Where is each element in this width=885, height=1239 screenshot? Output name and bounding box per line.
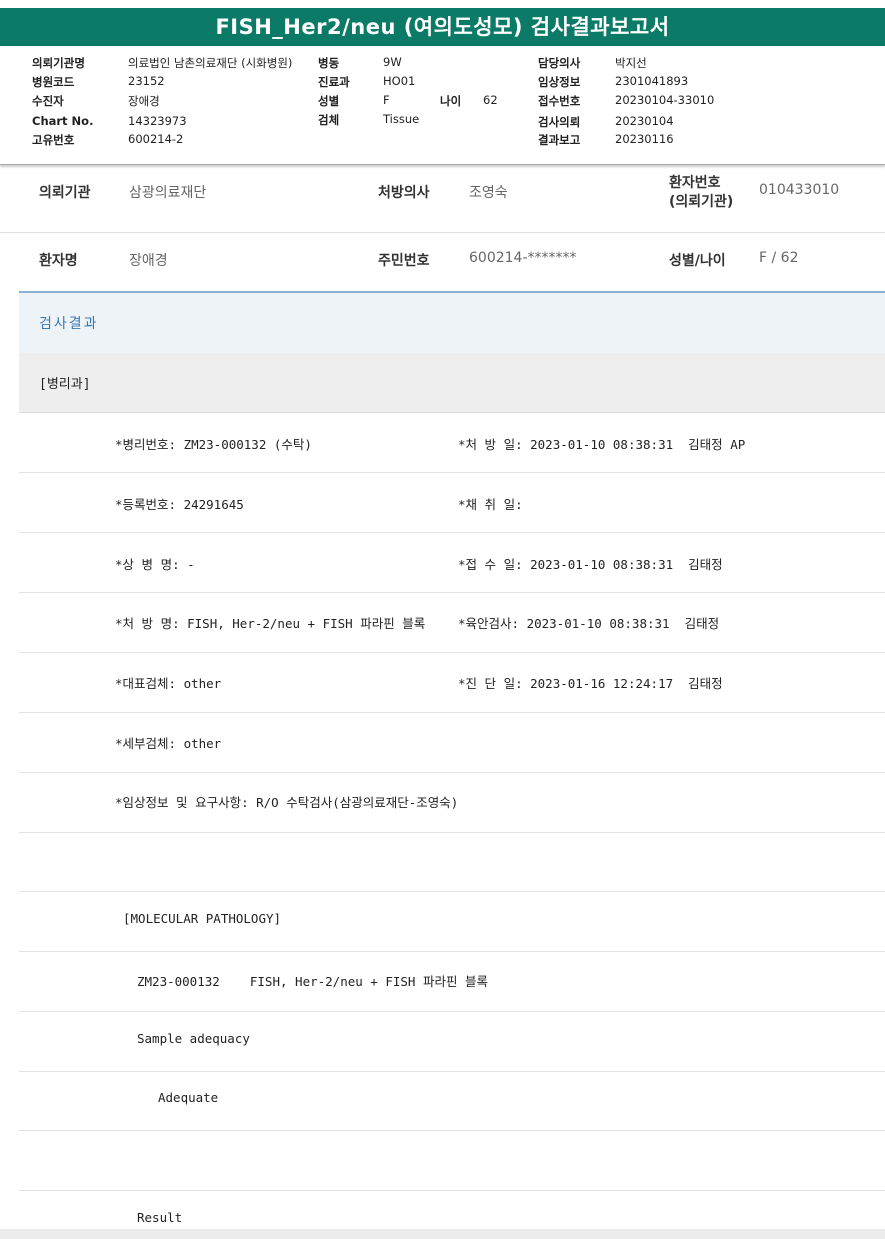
age-value: 62 <box>483 93 498 107</box>
result-row: *상 병 명: - *접 수 일: 2023-01-10 08:38:31 김태… <box>19 533 885 593</box>
result-row: [MOLECULAR PATHOLOGY] <box>19 892 885 952</box>
clinical-value: 2301041893 <box>615 74 689 88</box>
report-title: FISH_Her2/neu (여의도성모) 검사결과보고서 <box>0 8 885 46</box>
molecular-header: [MOLECULAR PATHOLOGY] <box>123 911 282 926</box>
field-gross-exam: *육안검사: 2023-01-10 08:38:31 김태정 <box>458 616 720 631</box>
name-label: 환자명 <box>39 253 78 269</box>
doctor-value: 박지선 <box>615 56 647 70</box>
department-row: [병리과] <box>19 353 885 413</box>
results-section-title: 검사결과 <box>39 316 99 332</box>
patient-info-row-1: 의뢰기관 삼광의료재단 처방의사 조영숙 환자번호 (의뢰기관) 0104330… <box>0 164 885 233</box>
specimen-label: 검체 <box>318 113 340 127</box>
presc-label: 처방의사 <box>378 185 430 201</box>
header-info-panel: 의뢰기관명 의료법인 남촌의료재단 (시화병원) 병동 9W 담당의사 박지선 … <box>0 46 885 165</box>
result-row <box>19 832 885 892</box>
receipt-value: 20230104-33010 <box>615 93 715 107</box>
req-inst-label: 의뢰기관명 <box>32 56 85 70</box>
field-clinical-request: *임상정보 및 요구사항: R/O 수탁검사(삼광의료재단-조영숙) <box>115 795 459 810</box>
report-label: 결과보고 <box>538 133 581 147</box>
inst-value: 삼광의료재단 <box>129 185 207 201</box>
field-diagnosis-date: *진 단 일: 2023-01-16 12:24:17 김태정 <box>458 676 723 691</box>
horizontal-scrollbar[interactable] <box>0 1229 885 1239</box>
dept-value: HO01 <box>383 74 416 88</box>
pno-label: 환자번호 <box>669 175 721 191</box>
result-row: *임상정보 및 요구사항: R/O 수탁검사(삼광의료재단-조영숙) <box>19 773 885 833</box>
field-prescription-name: *처 방 명: FISH, Her-2/neu + FISH 파라핀 블록 <box>115 616 426 631</box>
report-value: 20230116 <box>615 132 674 146</box>
result-row <box>19 1131 885 1191</box>
field-sub-specimen: *세부검체: other <box>115 736 222 751</box>
sexage-value: F / 62 <box>759 250 799 266</box>
results-section-header: 검사결과 <box>19 291 885 354</box>
ward-label: 병동 <box>318 56 340 70</box>
result-row: *등록번호: 24291645 *채 취 일: <box>19 473 885 533</box>
field-collection-date: *채 취 일: <box>458 497 523 512</box>
result-row: Sample adequacy <box>19 1012 885 1072</box>
unique-value: 600214-2 <box>128 132 184 146</box>
result-row: Adequate <box>19 1071 885 1131</box>
case-line: ZM23-000132 FISH, Her-2/neu + FISH 파라핀 블… <box>137 974 488 989</box>
result-row: *세부검체: other <box>19 713 885 773</box>
result-row: *병리번호: ZM23-000132 (수탁) *처 방 일: 2023-01-… <box>19 413 885 473</box>
patient-value: 장애경 <box>128 94 160 108</box>
pno-label-sub: (의뢰기관) <box>669 194 734 210</box>
sample-adequacy-label: Sample adequacy <box>137 1031 250 1046</box>
age-label: 나이 <box>440 94 462 108</box>
inst-label: 의뢰기관 <box>39 185 91 201</box>
name-value: 장애경 <box>129 253 168 269</box>
patient-label: 수진자 <box>32 94 64 108</box>
sample-adequacy-value: Adequate <box>158 1090 219 1105</box>
patient-info-row-2: 환자명 장애경 주민번호 600214-******* 성별/나이 F / 62 <box>0 230 885 298</box>
receipt-label: 접수번호 <box>538 94 581 108</box>
chart-label: Chart No. <box>32 114 94 128</box>
chart-value: 14323973 <box>128 114 187 128</box>
dept-label: 진료과 <box>318 75 350 89</box>
field-registration-no: *등록번호: 24291645 <box>115 497 244 512</box>
field-pathology-no: *병리번호: ZM23-000132 (수탁) <box>115 437 312 452</box>
test-req-label: 검사의뢰 <box>538 115 581 129</box>
field-main-specimen: *대표검체: other <box>115 676 222 691</box>
unique-label: 고유번호 <box>32 133 75 147</box>
result-row: ZM23-000132 FISH, Her-2/neu + FISH 파라핀 블… <box>19 952 885 1012</box>
result-row: *대표검체: other *진 단 일: 2023-01-16 12:24:17… <box>19 653 885 713</box>
result-row: *처 방 명: FISH, Her-2/neu + FISH 파라핀 블록 *육… <box>19 593 885 653</box>
field-prescription-date: *처 방 일: 2023-01-10 08:38:31 김태정 AP <box>458 437 746 452</box>
test-req-value: 20230104 <box>615 114 674 128</box>
rrn-value: 600214-******* <box>469 250 577 266</box>
pno-value: 010433010 <box>759 182 840 198</box>
hosp-code-value: 23152 <box>128 74 165 88</box>
req-inst-value: 의료법인 남촌의료재단 (시화병원) <box>128 56 293 70</box>
field-diagnosis-name: *상 병 명: - <box>115 557 195 572</box>
clinical-label: 임상정보 <box>538 75 581 89</box>
ward-value: 9W <box>383 55 402 69</box>
sexage-label: 성별/나이 <box>669 253 726 269</box>
sex-label: 성별 <box>318 94 340 108</box>
department-label: [병리과] <box>39 377 91 392</box>
rrn-label: 주민번호 <box>378 253 430 269</box>
result-row: Result <box>19 1191 885 1229</box>
hosp-code-label: 병원코드 <box>32 75 75 89</box>
result-label: Result <box>137 1210 183 1225</box>
doctor-label: 담당의사 <box>538 56 581 70</box>
sex-value: F <box>383 93 390 107</box>
field-receipt-date: *접 수 일: 2023-01-10 08:38:31 김태정 <box>458 557 723 572</box>
specimen-value: Tissue <box>383 112 420 126</box>
presc-value: 조영숙 <box>469 185 508 201</box>
